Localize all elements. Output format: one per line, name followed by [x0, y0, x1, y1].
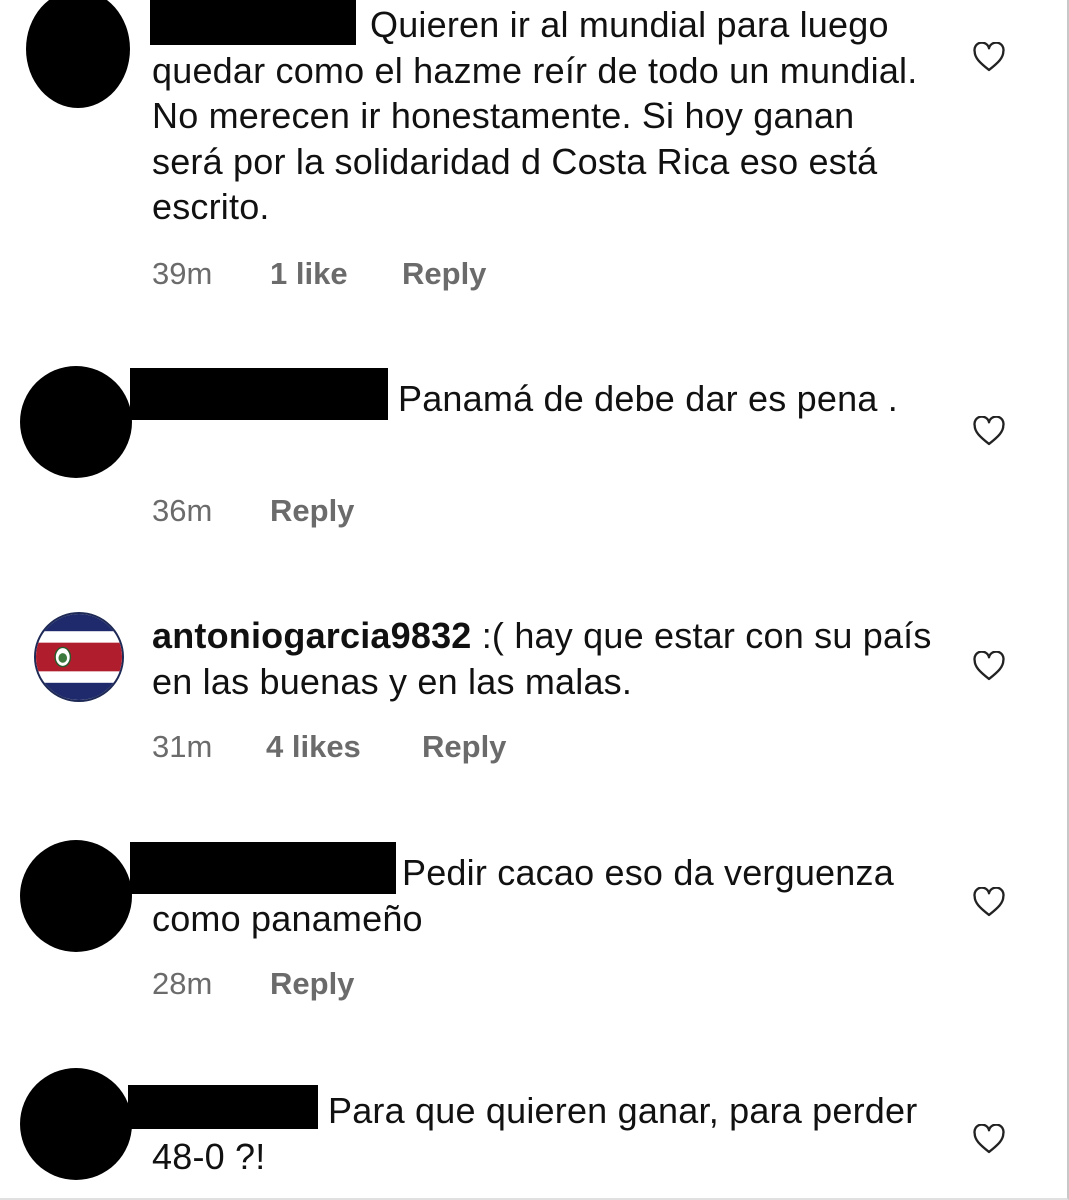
comment-text: Panamá de debe dar es pena . [398, 378, 898, 419]
comment-text: Para que quieren ganar, para perder 48-0… [152, 1090, 928, 1177]
reply-button[interactable]: Reply [270, 493, 354, 529]
reply-button[interactable]: Reply [422, 729, 506, 765]
heart-outline-icon[interactable] [972, 651, 1006, 681]
likes-count[interactable]: 1 like [270, 256, 348, 292]
reply-button[interactable]: Reply [402, 256, 486, 292]
avatar-redacted[interactable] [20, 840, 132, 952]
heart-outline-icon[interactable] [972, 416, 1006, 446]
costa-rica-flag-icon [36, 614, 122, 700]
timestamp: 31m [152, 729, 213, 764]
heart-outline-icon[interactable] [972, 1124, 1006, 1154]
timestamp: 36m [152, 493, 213, 528]
heart-outline-icon[interactable] [972, 42, 1006, 72]
avatar-redacted[interactable] [20, 366, 132, 478]
likes-count[interactable]: 4 likes [266, 729, 361, 765]
avatar-redacted[interactable] [20, 1068, 132, 1180]
comment-text: antoniogarcia9832 :( hay que estar con s… [152, 615, 942, 702]
heart-outline-icon[interactable] [972, 887, 1006, 917]
avatar-redacted[interactable] [26, 0, 130, 108]
avatar[interactable] [34, 612, 124, 702]
username[interactable]: antoniogarcia9832 [152, 615, 472, 656]
comment-text: Quieren ir al mundial para luego quedar … [152, 4, 928, 227]
timestamp: 28m [152, 966, 213, 1001]
comment-text: Pedir cacao eso da verguenza como paname… [152, 852, 915, 939]
timestamp: 39m [152, 256, 213, 291]
reply-button[interactable]: Reply [270, 966, 354, 1002]
